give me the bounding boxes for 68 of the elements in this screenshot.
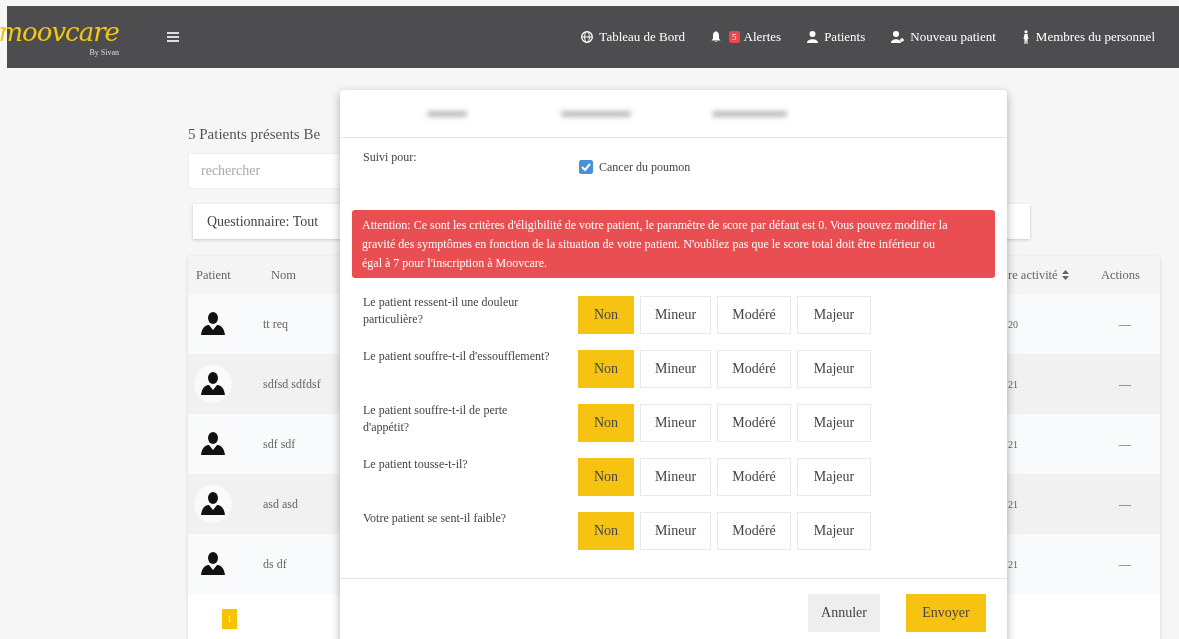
table-cell-text: —	[1118, 436, 1131, 452]
table-cell-text: 21	[1007, 378, 1018, 390]
checkbox[interactable]	[579, 160, 593, 174]
option-button[interactable]: Majeur	[797, 350, 871, 388]
table-cell-text: —	[1118, 556, 1131, 572]
table-cell: sdf sdf	[263, 436, 296, 452]
column-header[interactable]: Actions	[1093, 267, 1160, 283]
field-label: Suivi pour:	[363, 150, 418, 166]
menu-icon[interactable]	[167, 32, 179, 42]
submit-button[interactable]: Envoyer	[906, 594, 986, 632]
question-label: Le patient souffre-t-il d'essoufflement?	[363, 348, 551, 365]
redacted-text	[561, 110, 631, 117]
option-button[interactable]: Majeur	[797, 296, 871, 334]
nav-link[interactable]: Membres du personnel	[1021, 29, 1155, 45]
table-cell-text: 20	[1007, 318, 1018, 330]
globe-icon	[581, 31, 594, 43]
checkbox-label: Cancer du poumon	[599, 159, 691, 175]
question-label: Le patient ressent-il une douleur particulière?	[363, 294, 520, 328]
table-cell-text: 21	[1007, 438, 1018, 450]
add-user-icon	[891, 31, 905, 43]
column-header[interactable]: Patient	[188, 267, 263, 283]
person-icon	[1021, 30, 1030, 44]
question-label: Votre patient se sent-il faible?	[363, 510, 508, 527]
nav-link[interactable]: 5 Alertes	[711, 29, 782, 45]
cancel-button[interactable]: Annuler	[808, 594, 880, 632]
user-icon	[807, 31, 819, 43]
option-button[interactable]: Mineur	[640, 350, 711, 388]
table-cell-text: —	[1118, 376, 1131, 392]
option-button[interactable]: Mineur	[640, 512, 711, 550]
option-button[interactable]: Non	[578, 296, 634, 334]
redacted-text	[427, 110, 467, 117]
table-cell: ds df	[263, 556, 287, 572]
alert-count-badge: 5	[729, 31, 740, 43]
table-cell-text: 21	[1007, 498, 1018, 510]
sort-icon[interactable]	[1061, 270, 1069, 280]
option-button[interactable]: Modéré	[717, 458, 791, 496]
table-cell: tt req	[263, 316, 288, 332]
table-cell: sdfsd sdfdsf	[263, 376, 321, 392]
option-button[interactable]: Majeur	[797, 404, 871, 442]
option-button[interactable]: Modéré	[717, 350, 791, 388]
avatar-icon	[194, 365, 232, 403]
table-cell-text: 21	[1007, 558, 1018, 570]
option-button[interactable]: Mineur	[640, 296, 711, 334]
page-title: 5 Patients présents Be	[188, 126, 322, 144]
table-cell-text: —	[1118, 496, 1131, 512]
nav-link[interactable]: Patients	[807, 29, 866, 45]
column-header[interactable]: re activité	[1003, 267, 1093, 283]
table-cell-text: —	[1118, 316, 1131, 332]
nav-link[interactable]: Tableau de Bord	[581, 29, 686, 45]
option-button[interactable]: Mineur	[640, 404, 711, 442]
option-button[interactable]: Modéré	[717, 512, 791, 550]
question-label: Le patient tousse-t-il?	[363, 456, 469, 473]
bell-icon	[711, 31, 722, 43]
avatar-icon	[194, 485, 232, 523]
option-button[interactable]: Non	[578, 458, 634, 496]
option-button[interactable]: Non	[578, 512, 634, 550]
option-button[interactable]: Modéré	[717, 296, 791, 334]
option-button[interactable]: Non	[578, 404, 634, 442]
table-cell: asd asd	[263, 496, 298, 512]
option-button[interactable]: Majeur	[797, 512, 871, 550]
logo-subtitle: By Sivan	[89, 47, 119, 57]
question-label: Le patient souffre-t-il de perte d'appétit?	[363, 402, 509, 436]
option-button[interactable]: Modéré	[717, 404, 791, 442]
warning-alert: Attention: Ce sont les critères d'éligibilité de votre patient, le paramètre de score par défaut est 0. Vous pouvez modifier la gravité des symptômes en fonction de la situation de votre patient. N'oubliez pas que le score total doit être inférieur ou égal à 7 pour l'inscription à Moovcare.	[352, 210, 995, 278]
nav-link[interactable]: Nouveau patient	[891, 29, 996, 45]
option-button[interactable]: Majeur	[797, 458, 871, 496]
option-button[interactable]: Mineur	[640, 458, 711, 496]
option-button[interactable]: Non	[578, 350, 634, 388]
